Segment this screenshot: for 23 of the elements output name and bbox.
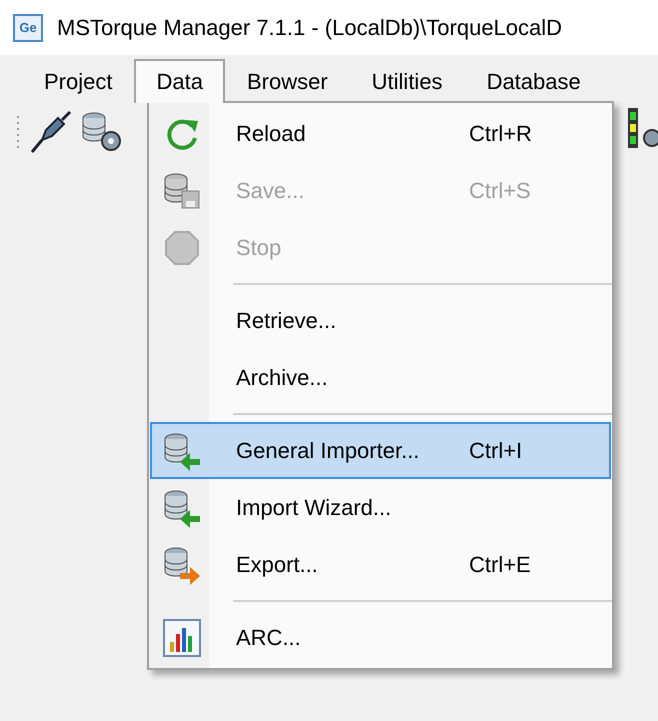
menu-item[interactable]: Export... Ctrl+E [150,536,611,593]
plug-icon[interactable] [28,110,72,154]
menu-bar-item[interactable]: Utilities [350,59,465,103]
menu-bar-item[interactable]: Data [134,59,225,103]
menu-item[interactable]: Reload Ctrl+R [150,105,611,162]
toolbar-grip-icon [16,114,20,150]
app-logo: Ge [13,14,43,42]
menu-bar-item[interactable]: Browser [224,59,350,103]
menu-bar-item[interactable]: Project [22,59,134,103]
menu-bar-item[interactable]: Database [464,59,603,103]
database-save-icon [162,170,202,210]
database-export-icon [162,544,202,584]
menu-item[interactable]: General Importer... Ctrl+I [150,422,611,479]
database-import-icon [162,430,202,470]
database-import-icon [162,488,202,528]
menu-item[interactable]: ARC... [150,609,611,666]
menu-item[interactable]: Archive... [150,349,611,406]
traffic-light-icon[interactable] [626,106,658,150]
menu-item[interactable]: Import Wizard... [150,479,611,536]
database-settings-icon[interactable] [80,110,124,154]
bar-chart-icon [162,618,202,658]
menu-item[interactable]: Retrieve... [150,292,611,349]
window-title: MSTorque Manager 7.1.1 - (LocalDb)\TorqueLocalD [57,14,562,40]
